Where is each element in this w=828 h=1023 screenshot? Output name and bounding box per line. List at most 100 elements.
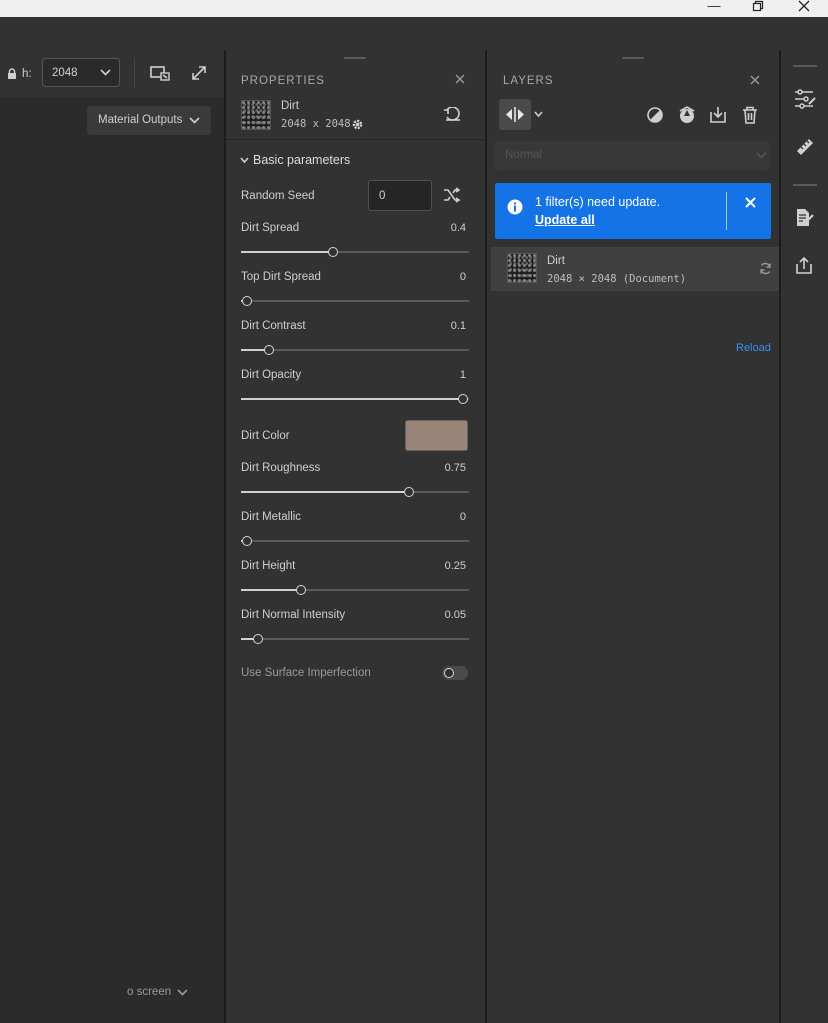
slider-handle[interactable] [252,634,263,644]
slider-track[interactable] [241,349,469,351]
blend-mode-value: Normal [505,149,543,161]
gear-icon[interactable] [351,118,364,134]
slider-handle[interactable] [328,247,339,257]
toolbar-divider [793,65,817,67]
slider-handle[interactable] [296,585,306,595]
dirt-color-label: Dirt Color [241,430,290,442]
slider-label: Dirt Opacity [241,369,302,381]
slider-value[interactable]: 0.05 [406,609,466,621]
slider-label: Dirt Height [241,560,296,572]
slider-value[interactable]: 0.25 [406,560,466,572]
slider-label: Dirt Roughness [241,462,321,474]
update-all-link[interactable]: Update all [535,213,595,227]
trash-icon[interactable] [742,106,758,127]
lock-icon[interactable] [7,68,17,82]
slider-handle[interactable] [242,536,252,546]
layers-panel: LAYERS Normal 1 filter(s) need update. U… [487,50,779,1023]
split-view-icon [506,107,524,122]
view-mode-label[interactable]: o screen [127,986,171,998]
blend-mode-select[interactable]: Normal [494,141,770,170]
refresh-icon[interactable] [759,262,772,278]
slider-value[interactable]: 0 [406,511,466,523]
shuffle-icon[interactable] [443,187,461,206]
toolbar-divider [793,184,817,186]
restore-icon[interactable] [744,0,772,17]
size-select[interactable]: 2048 [42,58,120,87]
slider-fill [241,251,334,253]
document-edit-icon[interactable] [795,208,815,231]
fill-layer-icon[interactable] [677,106,697,127]
mask-icon[interactable] [646,106,664,127]
header-divider [226,139,485,140]
random-seed-input[interactable]: 0 [368,180,432,211]
notice-text: 1 filter(s) need update. [535,195,661,209]
slider-label: Dirt Spread [241,222,300,234]
section-toggle[interactable] [240,153,249,167]
slider-fill [241,589,301,591]
slider-label: Dirt Metallic [241,511,302,523]
slider-handle[interactable] [242,296,252,306]
slider-track[interactable] [241,540,469,542]
dirt-color-swatch[interactable] [405,420,468,451]
item-size: 2048 x 2048 [281,118,351,130]
slider-value[interactable]: 0.1 [406,320,466,332]
slider-value[interactable]: 1 [406,369,466,381]
properties-title: PROPERTIES [241,75,325,87]
update-notice: 1 filter(s) need update. Update all [495,183,771,239]
fit-screen-icon[interactable] [149,64,171,85]
layers-title: LAYERS [503,75,554,87]
fullscreen-icon[interactable] [190,64,208,85]
add-layer-button[interactable] [499,99,531,130]
info-icon [507,199,523,218]
chevron-down-icon [189,117,200,124]
ruler-icon[interactable] [795,137,815,160]
notice-divider [726,192,727,230]
material-outputs-label: Material Outputs [98,114,183,126]
item-thumbnail [241,100,271,130]
material-outputs-dropdown[interactable]: Material Outputs [87,106,211,135]
slider-track[interactable] [241,638,469,640]
slider-label: Dirt Contrast [241,320,306,332]
close-notice-icon[interactable] [745,197,756,211]
slider-track[interactable] [241,300,469,302]
right-toolbar [781,50,828,1023]
slider-handle[interactable] [263,345,274,355]
chevron-down-icon [756,152,767,159]
minimize-icon[interactable]: — [700,0,728,17]
app-toolbar-strip [0,17,828,50]
panel-drag-handle[interactable] [622,57,644,59]
section-title[interactable]: Basic parameters [253,153,350,167]
slider-value[interactable]: 0.75 [406,462,466,474]
slider-label: Dirt Normal Intensity [241,609,346,621]
slider-value[interactable]: 0 [406,271,466,283]
chevron-down-icon[interactable] [534,111,543,118]
share-icon[interactable] [795,256,813,278]
slider-fill [241,491,409,493]
slider-label: Top Dirt Spread [241,271,321,283]
random-seed-value: 0 [379,190,386,202]
layer-thumbnail [507,253,537,283]
properties-icon[interactable] [794,89,816,112]
layer-info: 2048 × 2048 (Document) [547,273,687,285]
size-value: 2048 [52,67,78,79]
slider-handle[interactable] [458,394,468,404]
item-name: Dirt [281,100,299,112]
import-icon[interactable] [709,106,727,127]
close-window-icon[interactable] [790,0,818,17]
layer-name: Dirt [547,255,565,267]
panel-drag-handle[interactable] [344,57,366,59]
chevron-down-icon [100,69,111,76]
chevron-down-icon[interactable] [177,989,188,996]
slider-handle[interactable] [404,487,414,497]
slider-value[interactable]: 0.4 [406,222,466,234]
layer-row[interactable]: Dirt 2048 × 2048 (Document) [491,247,779,291]
reset-icon[interactable] [443,106,463,126]
properties-panel: PROPERTIES Dirt 2048 x 2048 Basic parame… [226,50,485,1023]
close-icon[interactable] [455,72,465,88]
reload-link[interactable]: Reload [736,342,771,354]
surface-imperfection-toggle[interactable] [442,666,468,680]
size-label: h: [22,68,32,80]
slider-fill [241,398,463,400]
close-icon[interactable] [750,74,760,88]
random-seed-label: Random Seed [241,190,315,202]
